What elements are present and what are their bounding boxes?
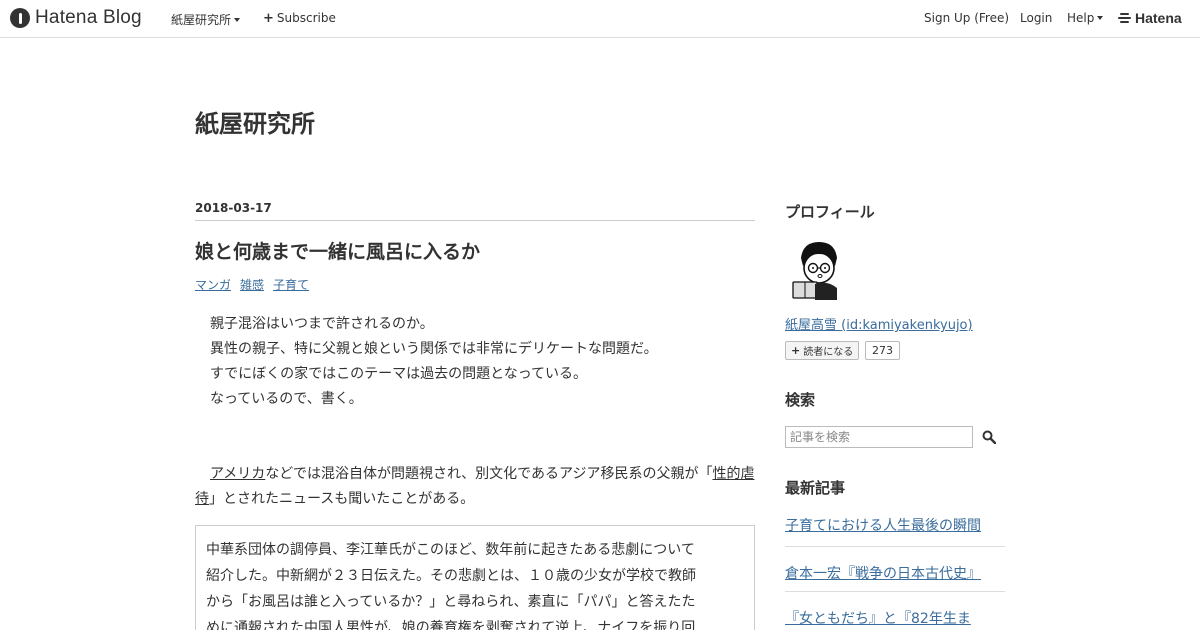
help-menu[interactable]: Help [1067,11,1104,25]
signup-link[interactable]: Sign Up (Free) [924,11,1009,25]
search-input[interactable] [785,426,973,448]
plus-icon: + [263,10,274,26]
global-header: Hatena Blog 紙屋研究所 + Subscribe Sign Up (F… [0,0,1200,38]
blog-menu-label: 紙屋研究所 [171,13,232,27]
recent-entries-heading: 最新記事 [785,479,846,497]
subscribe-button[interactable]: + Subscribe [263,11,336,25]
entry-paragraph: アメリカなどでは混浴自体が問題視され、別文化であるアジア移民系の父親が「性的虐待… [195,462,755,512]
keyword-link[interactable]: アメリカ [210,466,265,482]
blog-title[interactable]: 紙屋研究所 [195,104,315,139]
profile-avatar[interactable] [785,236,849,300]
reader-count-badge[interactable]: 273 [865,341,900,360]
entry-line: すでにぼくの家ではこのテーマは過去の問題となっている。 [210,366,588,382]
blog-menu[interactable]: 紙屋研究所 [171,11,241,28]
hatena-blog-logo[interactable]: Hatena Blog [10,7,142,29]
hatena-logo-icon [1118,12,1132,24]
quote-line: めに通報された中国人男性が、娘の養育権を剥奪されて逆上、ナイフを振り回 [206,620,696,630]
entry-line: 異性の親子、特に父親と娘という関係では非常にデリケートな問題だ。 [210,341,658,357]
help-label: Help [1067,11,1095,25]
subscribe-label: Subscribe [276,11,336,25]
entry-title[interactable]: 娘と何歳まで一緒に風呂に入るか [195,237,480,264]
entry-paragraph: 親子混浴はいつまで許されるのか。 異性の親子、特に父親と娘という関係では非常にデ… [195,312,755,412]
blockquote: 中華系団体の調停員、李江華氏がこのほど、数年前に起きたある悲劇について 紹介した… [195,525,755,630]
hatena-blog-logo-text: Hatena Blog [35,7,142,28]
category-link[interactable]: 子育て [273,276,309,293]
recent-entry-link[interactable]: 倉本一宏『戦争の日本古代史』 [785,547,1005,592]
entry-line: なっているので、書く。 [210,391,363,407]
profile-heading: プロフィール [785,203,875,221]
hatena-logo-text: Hatena [1135,10,1182,26]
entry-date[interactable]: 2018-03-17 [195,201,755,221]
quote-line: から「お風呂は誰と入っているか？」と尋ねられ、素直に「パパ」と答えたた [206,594,696,610]
entry-text: などでは混浴自体が問題視され、別文化であるアジア移民系の父親が「 [265,466,713,482]
quote-line: 紹介した。中新網が２３日伝えた。その悲劇とは、１０歳の少女が学校で教師 [206,568,696,584]
entry-text: 」とされたニュースも聞いたことがある。 [209,491,475,507]
search-icon[interactable] [982,430,996,444]
search-heading: 検索 [785,391,816,409]
plus-icon: + [791,344,801,357]
entry-body: 親子混浴はいつまで許されるのか。 異性の親子、特に父親と娘という関係では非常にデ… [195,312,755,512]
subscribe-reader-label: 読者になる [803,347,854,358]
subscribe-reader-button[interactable]: + 読者になる [785,341,860,360]
recent-entry-link[interactable]: 『女ともだち』と『82年生ま [785,592,1005,630]
recent-entries-list: 子育てにおける人生最後の瞬間 倉本一宏『戦争の日本古代史』 『女ともだち』と『8… [785,506,1005,630]
entry-line: 親子混浴はいつまで許されるのか。 [210,316,434,332]
caret-down-icon [1097,16,1104,20]
quote-line: 中華系団体の調停員、李江華氏がこのほど、数年前に起きたある悲劇について [206,542,695,558]
entry-categories: マンガ 雑感 子育て [195,276,309,293]
recent-entry-link[interactable]: 子育てにおける人生最後の瞬間 [785,506,1005,547]
category-link[interactable]: 雑感 [240,276,264,293]
caret-down-icon [234,17,241,22]
login-link[interactable]: Login [1020,11,1052,25]
profile-name-link[interactable]: 紙屋高雪 (id:kamiyakenkyujo) [785,314,973,333]
category-link[interactable]: マンガ [195,276,231,293]
hatena-blog-logo-icon [10,8,30,28]
hatena-logo[interactable]: Hatena [1118,10,1182,26]
